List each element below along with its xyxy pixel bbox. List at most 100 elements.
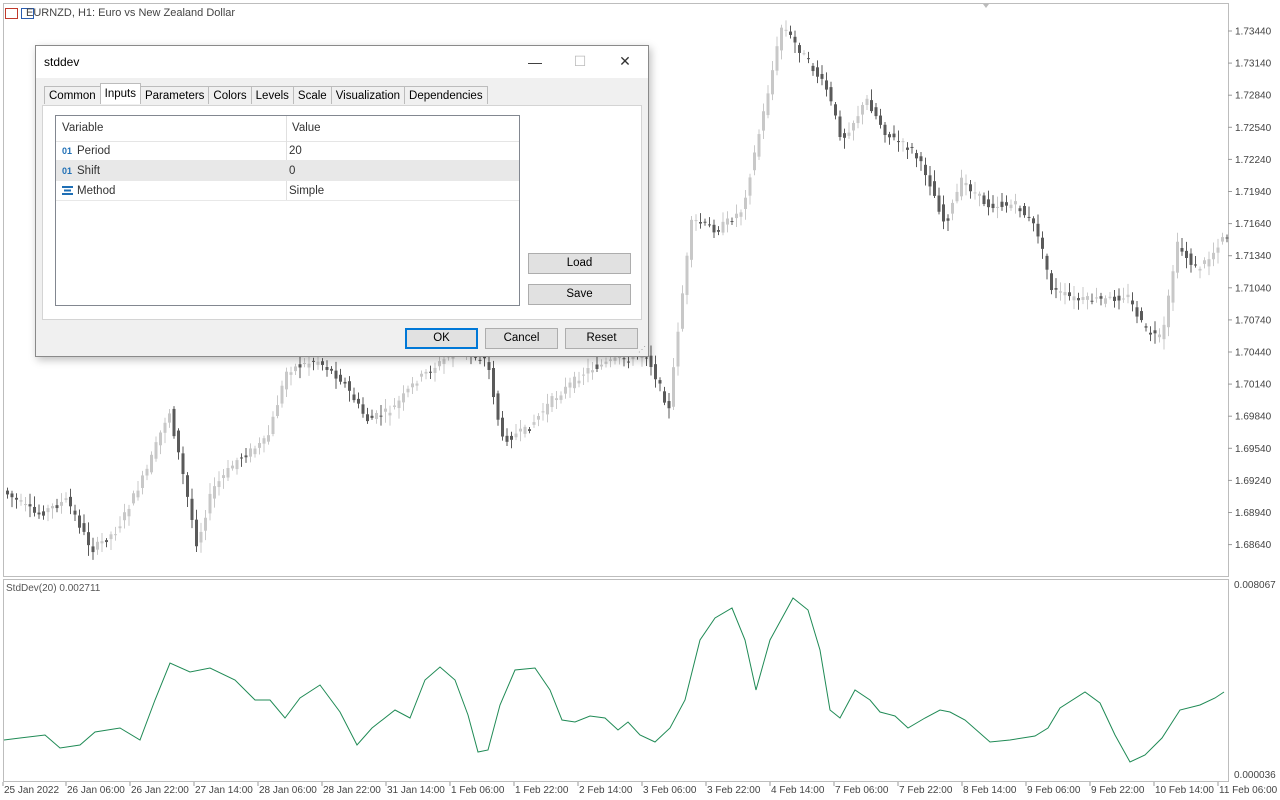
candle-body — [829, 87, 833, 102]
candle-body — [613, 357, 617, 361]
candle-body — [595, 364, 599, 369]
candle-body — [793, 36, 797, 43]
candle-body — [582, 374, 585, 376]
candle-body — [532, 422, 536, 425]
candle-body — [622, 358, 626, 360]
candle-body — [937, 195, 941, 212]
candle-body — [658, 380, 662, 384]
candle-body — [1045, 255, 1049, 270]
candle-body — [856, 116, 860, 124]
candle-body — [703, 221, 707, 223]
candle-body — [172, 408, 176, 437]
price-label: 1.73440 — [1235, 27, 1272, 38]
candle-body — [789, 31, 792, 35]
candle-body — [946, 218, 950, 221]
indicator-properties-dialog: stddev — ☐ ✕ Common Inputs Parameters Co… — [35, 45, 649, 357]
candle-body — [915, 153, 918, 159]
candle-body — [1086, 296, 1089, 300]
maximize-button[interactable]: ☐ — [557, 46, 603, 77]
candle-body — [379, 415, 383, 417]
indicator-axis-max: 0.008067 — [1234, 580, 1276, 591]
time-label: 26 Jan 06:00 — [67, 785, 125, 796]
tab-colors[interactable]: Colors — [208, 86, 252, 104]
value-cell[interactable]: 0 — [289, 161, 295, 181]
ok-button[interactable]: OK — [405, 328, 478, 349]
indicator-axis-min: 0.000036 — [1234, 770, 1276, 781]
candle-body — [388, 412, 392, 416]
candle-body — [730, 221, 734, 223]
candle-body — [870, 100, 873, 112]
tab-visualization[interactable]: Visualization — [330, 86, 406, 104]
candle-body — [528, 429, 531, 431]
candle-body — [717, 230, 720, 232]
time-label: 3 Feb 06:00 — [643, 785, 697, 796]
resize-grip-icon[interactable]: ⋰ — [638, 346, 646, 354]
minimize-button[interactable]: — — [512, 46, 558, 77]
candle-body — [555, 398, 558, 401]
candle-body — [10, 493, 14, 498]
tab-levels[interactable]: Levels — [250, 86, 294, 104]
time-axis: 25 Jan 2022 26 Jan 06:00 26 Jan 22:00 27 Ja… — [2, 782, 1278, 796]
candle-body — [874, 107, 878, 117]
tab-inputs[interactable]: Inputs — [99, 83, 141, 104]
bar-chart-icon[interactable] — [5, 8, 18, 19]
candle-body — [1122, 298, 1125, 300]
value-cell[interactable]: Simple — [289, 181, 324, 201]
candle-body — [1162, 324, 1166, 340]
table-row[interactable]: Method Simple — [56, 181, 519, 201]
candle-body — [402, 393, 405, 403]
candle-body — [105, 540, 108, 543]
candle-body — [685, 255, 689, 295]
time-label: 26 Jan 22:00 — [131, 785, 189, 796]
candle-body — [357, 398, 360, 404]
price-label: 1.70440 — [1235, 348, 1272, 359]
tab-scale[interactable]: Scale — [292, 86, 332, 104]
table-row[interactable]: 01 Period 20 — [56, 141, 519, 161]
candle-body — [964, 182, 968, 186]
dialog-titlebar[interactable]: stddev — ☐ ✕ — [36, 46, 648, 78]
candle-body — [15, 497, 18, 500]
value-cell[interactable]: 20 — [289, 141, 302, 161]
tab-dependencies[interactable]: Dependencies — [404, 86, 488, 104]
load-button[interactable]: Load — [528, 253, 631, 274]
candle-body — [1153, 330, 1157, 334]
candle-body — [123, 512, 126, 521]
candle-body — [222, 475, 225, 479]
candle-body — [316, 361, 320, 365]
price-label: 1.69240 — [1235, 476, 1272, 487]
candle-body — [996, 206, 999, 208]
header-value[interactable]: Value — [292, 116, 321, 141]
close-button[interactable]: ✕ — [602, 46, 648, 77]
candle-body — [69, 496, 72, 507]
candle-body — [325, 367, 329, 370]
candle-body — [1207, 259, 1211, 267]
chart-shift-marker[interactable] — [983, 4, 989, 8]
chart-symbol-title: EURNZD, H1: Euro vs New Zealand Dollar — [26, 7, 236, 19]
candle-body — [51, 506, 54, 509]
candle-body — [109, 534, 113, 540]
candle-body — [1171, 271, 1175, 303]
time-label: 11 Feb 06:00 — [1219, 785, 1278, 796]
tab-common[interactable]: Common — [44, 86, 101, 104]
candle-body — [1117, 295, 1121, 301]
candle-body — [46, 508, 50, 513]
table-row[interactable]: 01 Shift 0 — [56, 161, 519, 181]
candle-body — [375, 412, 378, 419]
candle-body — [37, 512, 41, 515]
enum-icon — [62, 181, 76, 201]
tab-parameters[interactable]: Parameters — [139, 86, 210, 104]
candle-body — [640, 357, 644, 359]
reset-button[interactable]: Reset — [565, 328, 638, 349]
candle-body — [150, 454, 153, 473]
candle-body — [213, 486, 216, 499]
save-button[interactable]: Save — [528, 284, 631, 305]
int-icon: 01 — [62, 166, 73, 176]
header-variable[interactable]: Variable — [62, 116, 103, 141]
candle-body — [100, 541, 104, 544]
candle-body — [514, 433, 518, 438]
cancel-button[interactable]: Cancel — [485, 328, 558, 349]
candle-body — [1108, 296, 1112, 298]
candle-body — [681, 293, 684, 329]
candle-body — [1009, 204, 1013, 209]
time-label: 7 Feb 22:00 — [899, 785, 953, 796]
